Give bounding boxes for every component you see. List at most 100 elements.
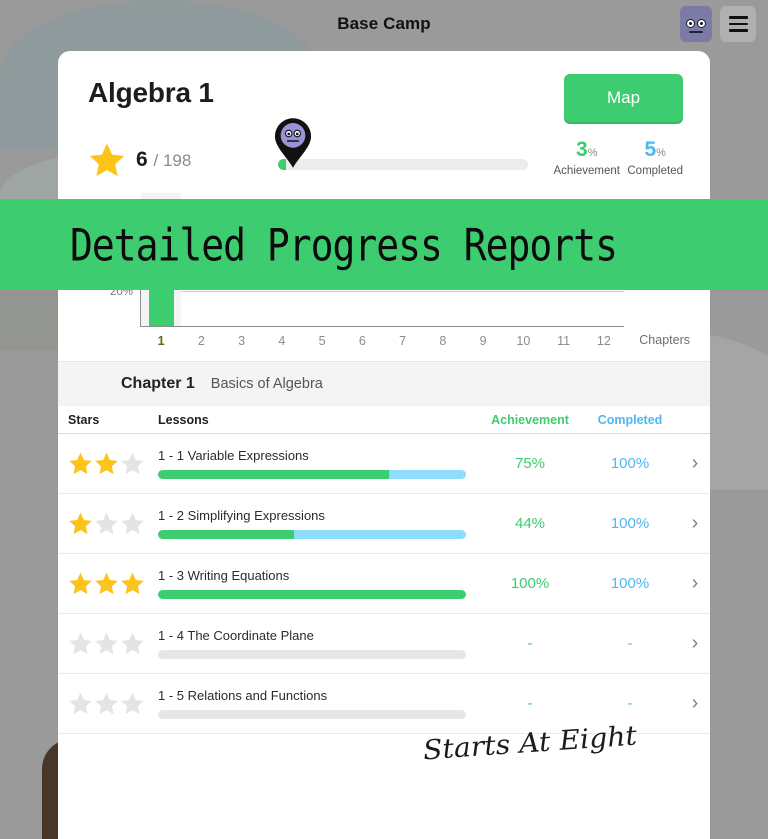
course-progress-bar[interactable] <box>274 118 528 171</box>
menu-line <box>728 22 748 26</box>
star-icon <box>69 452 92 475</box>
achievement-value: 3 <box>576 138 588 161</box>
table-row[interactable]: 1 - 1 Variable Expressions 75% 100% › <box>58 434 710 494</box>
lesson-stars <box>58 631 158 656</box>
page-title: Base Camp <box>337 14 431 33</box>
stars-earned: 6 <box>136 148 148 171</box>
star-icon <box>95 512 118 535</box>
star-icon <box>69 632 92 655</box>
completed-label: Completed <box>627 165 683 177</box>
lesson-info: 1 - 1 Variable Expressions <box>158 448 480 479</box>
lesson-progress-bar <box>158 650 466 659</box>
lesson-progress-bar <box>158 590 466 599</box>
chapter-number: Chapter 1 <box>121 375 195 392</box>
chapter-header: Chapter 1 Basics of Algebra <box>58 361 710 406</box>
chart-x-tick-label: 12 <box>596 334 611 348</box>
lesson-stars <box>58 571 158 596</box>
completed-stat: 5% Completed <box>627 139 683 177</box>
avatar-eyes <box>686 18 706 28</box>
lesson-name: 1 - 4 The Coordinate Plane <box>158 628 314 643</box>
achievement-value-group: 3% <box>554 139 620 160</box>
lesson-progress-bar <box>158 710 466 719</box>
chevron-right-icon[interactable]: › <box>680 512 710 535</box>
lesson-stars <box>58 691 158 716</box>
chart-x-tick-label: 4 <box>278 334 286 348</box>
column-header-achievement: Achievement <box>491 412 569 427</box>
star-icon <box>95 452 118 475</box>
detailed-progress-reports-banner: Detailed Progress Reports <box>0 199 768 290</box>
top-bar-actions <box>680 6 756 42</box>
lesson-achievement-value: 44% <box>514 515 546 532</box>
chart-x-tick-label: 10 <box>516 334 531 348</box>
achievement-stat: 3% Achievement <box>554 139 620 177</box>
avatar-face-icon[interactable] <box>680 6 712 42</box>
lesson-bar-completed <box>293 530 466 539</box>
course-card: Algebra 1 Map 6 / 198 3% Achievement 5% … <box>58 51 710 839</box>
column-header-stars: Stars <box>68 412 100 427</box>
lesson-info: 1 - 2 Simplifying Expressions <box>158 508 480 539</box>
table-row[interactable]: 1 - 3 Writing Equations 100% 100% › <box>58 554 710 614</box>
lessons-table-body: 1 - 1 Variable Expressions 75% 100% › 1 - 2 … <box>58 434 710 734</box>
chart-x-tick-label: 3 <box>238 334 246 348</box>
chart-x-axis-label: Chapters <box>639 333 690 347</box>
avatar-eye-right <box>697 18 706 28</box>
lesson-name: 1 - 1 Variable Expressions <box>158 448 309 463</box>
star-icon <box>69 512 92 535</box>
lesson-info: 1 - 3 Writing Equations <box>158 568 480 599</box>
completed-value: 5 <box>644 138 657 161</box>
lesson-bar-achievement <box>158 530 294 539</box>
lesson-completed-value: 100% <box>610 455 650 472</box>
lesson-achievement-value: - <box>527 635 533 652</box>
chart-x-tick-label: 9 <box>479 334 487 348</box>
star-icon <box>121 572 144 595</box>
lesson-name: 1 - 3 Writing Equations <box>158 568 290 583</box>
chevron-right-icon[interactable]: › <box>680 572 710 595</box>
lesson-stars <box>58 511 158 536</box>
lesson-bar-achievement <box>158 470 389 479</box>
lesson-name: 1 - 2 Simplifying Expressions <box>158 508 325 523</box>
star-icon <box>121 692 144 715</box>
lesson-achievement-value: 100% <box>510 575 550 592</box>
chevron-right-icon[interactable]: › <box>680 452 710 475</box>
chart-x-tick-label: 7 <box>399 334 407 348</box>
menu-line <box>728 29 748 33</box>
chevron-right-icon[interactable]: › <box>680 692 710 715</box>
avatar-mouth <box>689 31 703 33</box>
card-header: Algebra 1 Map 6 / 198 3% Achievement 5% … <box>58 51 710 193</box>
table-row[interactable]: 1 - 4 The Coordinate Plane - - › <box>58 614 710 674</box>
avatar-eye-left <box>686 18 695 28</box>
hamburger-menu-icon[interactable] <box>720 6 756 42</box>
top-bar: Base Camp <box>0 0 768 48</box>
table-row[interactable]: 1 - 2 Simplifying Expressions 44% 100% › <box>58 494 710 554</box>
lesson-bar-achievement <box>158 590 466 599</box>
chapter-name: Basics of Algebra <box>210 376 323 392</box>
star-score: 6 / 198 <box>88 141 191 179</box>
star-icon <box>121 512 144 535</box>
star-icon <box>69 572 92 595</box>
lesson-progress-bar <box>158 530 466 539</box>
star-icon <box>95 572 118 595</box>
lesson-completed-value: 100% <box>610 575 650 592</box>
star-icon <box>69 692 92 715</box>
chevron-right-icon[interactable]: › <box>680 632 710 655</box>
lesson-achievement-value: 75% <box>514 455 546 472</box>
lesson-stars <box>58 451 158 476</box>
star-icon <box>121 452 144 475</box>
lesson-info: 1 - 5 Relations and Functions <box>158 688 480 719</box>
chart-x-tick-label: 5 <box>318 334 326 348</box>
lesson-info: 1 - 4 The Coordinate Plane <box>158 628 480 659</box>
lessons-table-header: Stars Lessons Achievement Completed <box>58 406 710 434</box>
lesson-bar-completed <box>389 470 466 479</box>
chart-x-tick-label: 2 <box>197 334 205 348</box>
chart-x-tick-label: 8 <box>439 334 447 348</box>
map-button[interactable]: Map <box>564 74 683 122</box>
banner-title: Detailed Progress Reports <box>70 218 618 271</box>
menu-line <box>728 15 748 19</box>
score-text: 6 / 198 <box>136 148 191 172</box>
stars-total: / 198 <box>153 151 192 170</box>
achievement-unit: % <box>587 147 598 159</box>
completed-unit: % <box>656 147 666 159</box>
chart-x-tick-label: 11 <box>557 334 571 348</box>
map-pin-avatar-icon[interactable] <box>274 117 312 169</box>
completed-value-group: 5% <box>627 139 683 160</box>
